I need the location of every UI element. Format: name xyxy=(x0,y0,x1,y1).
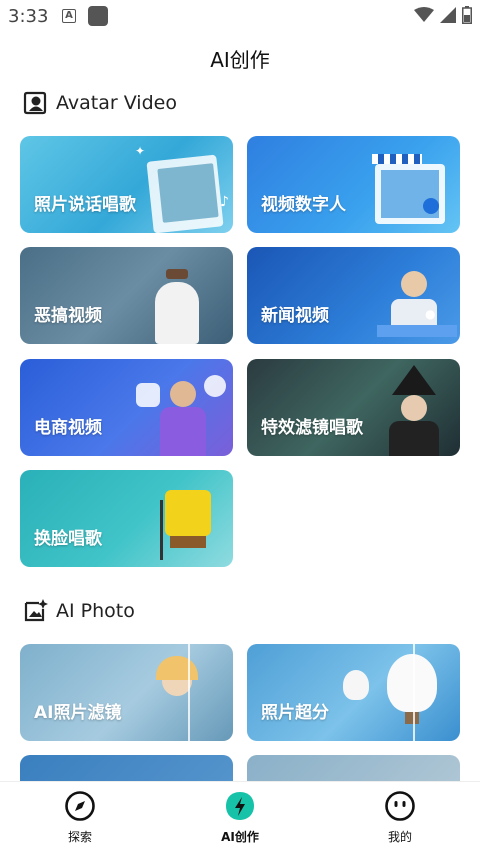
music-note-icon: ♪ xyxy=(220,194,229,210)
avatar-video-icon xyxy=(23,91,47,115)
girl-hair-image xyxy=(156,656,198,680)
notification-app-icon xyxy=(88,6,108,26)
character-pants-image xyxy=(170,536,206,548)
tab-label: 我的 xyxy=(387,830,412,844)
card-label: AI照片滤镜 xyxy=(34,703,122,723)
wifi-icon xyxy=(414,7,434,22)
lightning-icon xyxy=(226,792,254,820)
microphone-icon: ● xyxy=(425,307,436,321)
compass-icon xyxy=(65,791,95,821)
card-label: 照片说话唱歌 xyxy=(34,195,136,215)
tab-ai-create[interactable]: AI创作 xyxy=(190,790,290,845)
card-label: 照片超分 xyxy=(261,703,329,723)
small-balloon-image xyxy=(343,670,369,700)
card-photo-super-resolution[interactable]: 照片超分 xyxy=(247,644,460,741)
mic-stand-image xyxy=(160,500,163,560)
portrait-image xyxy=(157,163,219,223)
tab-label: 探索 xyxy=(67,830,92,844)
page-title: AI创作 xyxy=(210,48,270,72)
sponge-character-image xyxy=(165,490,211,536)
tab-profile[interactable]: 我的 xyxy=(350,790,450,845)
witch-face-image xyxy=(401,395,427,421)
sparkle-icon: ✦ xyxy=(135,144,146,158)
witch-hat-image xyxy=(392,365,436,395)
tab-explore[interactable]: 探索 xyxy=(30,790,130,845)
bottom-tab-bar: 探索 AI创作 我的 xyxy=(0,781,480,853)
status-time: 3:33 xyxy=(8,6,49,27)
smiley-icon xyxy=(385,791,415,821)
card-label: 新闻视频 xyxy=(261,306,329,326)
play-icon xyxy=(423,198,439,214)
ai-photo-icon xyxy=(24,599,48,622)
section-title: AI Photo xyxy=(56,600,135,622)
card-label: 视频数字人 xyxy=(261,195,346,215)
card-face-swap-sing[interactable]: 换脸唱歌 xyxy=(20,470,233,567)
news-desk-image xyxy=(377,325,457,337)
anchor-face-image xyxy=(401,271,427,297)
host-body-image xyxy=(160,407,206,456)
host-face-image xyxy=(170,381,196,407)
card-news-video[interactable]: ● 新闻视频 xyxy=(247,247,460,344)
card-photo-talk-sing[interactable]: ✦ ♪ 照片说话唱歌 xyxy=(20,136,233,233)
status-icons xyxy=(414,6,472,24)
witch-robe-image xyxy=(389,421,439,456)
compare-divider xyxy=(188,644,190,741)
card-label: 电商视频 xyxy=(34,418,102,438)
battery-icon xyxy=(462,6,472,24)
card-ai-photo-filter[interactable]: AI照片滤镜 xyxy=(20,644,233,741)
signal-icon xyxy=(440,7,456,23)
notification-a-icon: A xyxy=(62,9,76,23)
large-balloon-image xyxy=(387,654,437,712)
ghost-figure-image xyxy=(155,282,199,344)
tab-label: AI创作 xyxy=(221,830,259,844)
chat-bubble-icon xyxy=(204,375,226,397)
card-effect-filter-sing[interactable]: 特效滤镜唱歌 xyxy=(247,359,460,456)
clapper-icon xyxy=(372,154,422,164)
card-video-digital-human[interactable]: 视频数字人 xyxy=(247,136,460,233)
hat-image xyxy=(166,269,188,279)
section-avatar-video-header: Avatar Video xyxy=(22,90,177,116)
card-label: 换脸唱歌 xyxy=(34,529,102,549)
section-title: Avatar Video xyxy=(56,92,177,114)
section-ai-photo-header: AI Photo xyxy=(22,598,135,624)
status-bar: 3:33 A xyxy=(0,0,480,34)
card-ecommerce-video[interactable]: 电商视频 xyxy=(20,359,233,456)
card-label: 恶搞视频 xyxy=(34,306,102,326)
compare-divider xyxy=(413,644,415,741)
shopping-bag-icon xyxy=(136,383,160,407)
balloon-basket-image xyxy=(405,712,419,724)
card-label: 特效滤镜唱歌 xyxy=(261,418,363,438)
card-prank-video[interactable]: 恶搞视频 xyxy=(20,247,233,344)
